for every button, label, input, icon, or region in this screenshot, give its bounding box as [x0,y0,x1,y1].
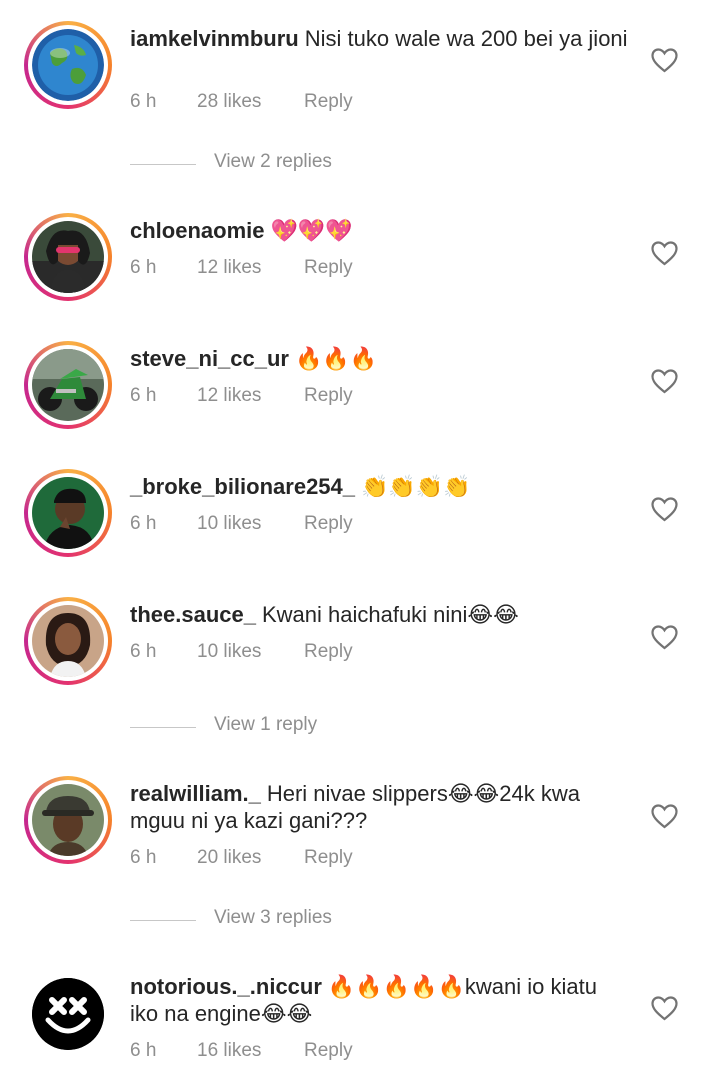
replies-divider [130,164,196,165]
comment-username[interactable]: steve_ni_cc_ur [130,346,289,371]
reply-button[interactable]: Reply [304,257,353,279]
comment-likes[interactable]: 10 likes [197,641,261,663]
heart-outline-icon[interactable] [651,48,678,73]
comment-likes[interactable]: 12 likes [197,257,261,279]
comment-username[interactable]: realwilliam._ [130,781,261,806]
comment-text: 🔥🔥🔥 [295,346,378,371]
comment-likes[interactable]: 16 likes [197,1040,261,1062]
comment-text: 💖💖💖 [270,218,353,243]
view-replies-button[interactable]: View 1 reply [130,714,430,742]
comment-body: _broke_bilionare254_ 👏👏👏👏 [130,473,630,500]
heart-outline-icon[interactable] [651,369,678,394]
motorbike-avatar-icon [32,349,104,421]
view-replies-label: View 1 reply [214,714,318,735]
comment-time: 6 h [130,257,157,278]
comment-likes[interactable]: 12 likes [197,385,261,407]
comment-likes[interactable]: 10 likes [197,513,261,535]
profile-photo-avatar-icon [32,605,104,677]
comment-text: 👏👏👏👏 [361,474,471,499]
avatar[interactable] [24,776,112,864]
reply-button[interactable]: Reply [304,513,353,535]
comment-body: steve_ni_cc_ur 🔥🔥🔥 [130,345,630,372]
globe-avatar-icon [32,29,104,101]
heart-outline-icon[interactable] [651,497,678,522]
avatar[interactable] [24,597,112,685]
comment-time: 6 h [130,513,157,534]
comment-text: Nisi tuko wale wa 200 bei ya jioni [304,26,628,51]
heart-outline-icon[interactable] [651,241,678,266]
marshmello-face-avatar-icon [32,978,104,1050]
comment-username[interactable]: notorious._.niccur [130,974,322,999]
comment-username[interactable]: chloenaomie [130,218,264,243]
reply-button[interactable]: Reply [304,1040,353,1062]
comment-username[interactable]: iamkelvinmburu [130,26,299,51]
replies-divider [130,920,196,921]
replies-divider [130,727,196,728]
comment-time: 6 h [130,847,157,868]
reply-button[interactable]: Reply [304,641,353,663]
heart-outline-icon[interactable] [651,804,678,829]
avatar[interactable] [32,978,104,1050]
reply-button[interactable]: Reply [304,385,353,407]
avatar[interactable] [24,213,112,301]
comment-time: 6 h [130,641,157,662]
comment-time: 6 h [130,91,157,112]
reply-button[interactable]: Reply [304,847,353,869]
comment-likes[interactable]: 28 likes [197,91,261,113]
profile-photo-avatar-icon [32,784,104,856]
comment-likes[interactable]: 20 likes [197,847,261,869]
heart-outline-icon[interactable] [651,625,678,650]
heart-outline-icon[interactable] [651,996,678,1021]
comment-text: Kwani haichafuki nini😂😂 [261,602,519,627]
comment-username[interactable]: _broke_bilionare254_ [130,474,355,499]
comment-time: 6 h [130,385,157,406]
profile-photo-avatar-icon [32,221,104,293]
view-replies-button[interactable]: View 3 replies [130,907,430,935]
avatar[interactable] [24,21,112,109]
profile-photo-avatar-icon [32,477,104,549]
comment-username[interactable]: thee.sauce_ [130,602,256,627]
view-replies-label: View 3 replies [214,907,332,928]
reply-button[interactable]: Reply [304,91,353,113]
view-replies-button[interactable]: View 2 replies [130,151,430,179]
avatar[interactable] [24,469,112,557]
avatar[interactable] [24,341,112,429]
view-replies-label: View 2 replies [214,151,332,172]
comment-body: realwilliam._ Heri nivae slippers😂😂24k kw… [130,780,630,834]
comment-body: iamkelvinmburu Nisi tuko wale wa 200 bei … [130,25,630,52]
comment-body: chloenaomie 💖💖💖 [130,217,630,244]
comment-time: 6 h [130,1040,157,1061]
comment-body: thee.sauce_ Kwani haichafuki nini😂😂 [130,601,630,628]
comment-body: notorious._.niccur 🔥🔥🔥🔥🔥kwani io kiatu ik… [130,973,630,1027]
